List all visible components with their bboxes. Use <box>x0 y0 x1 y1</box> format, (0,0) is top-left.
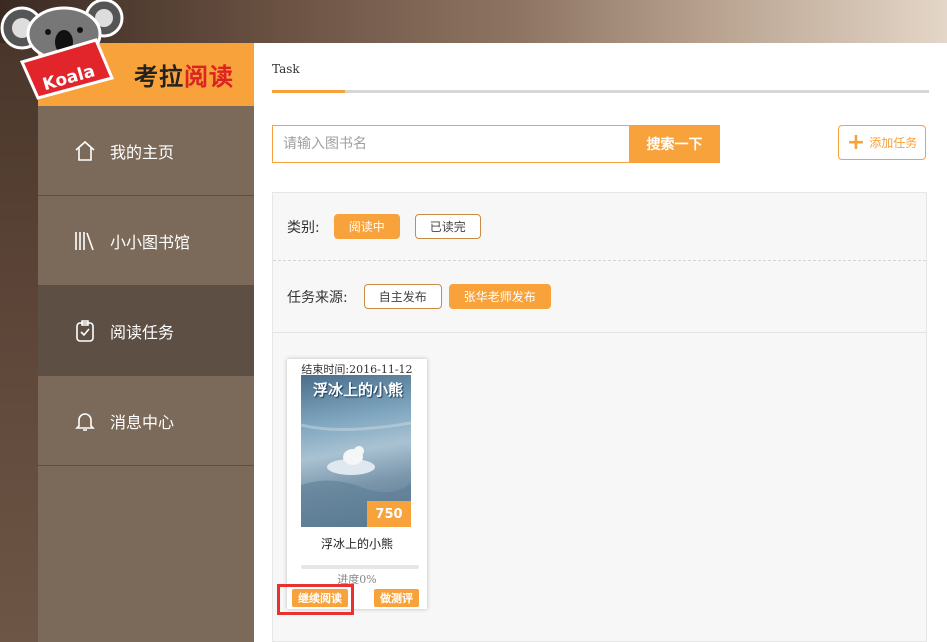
sidebar-item-label: 消息中心 <box>110 412 175 432</box>
clipboard-check-icon <box>72 318 98 344</box>
do-review-button[interactable]: 做测评 <box>374 589 419 607</box>
book-cover[interactable]: 浮冰上的小熊 750 <box>301 375 411 527</box>
tab-task[interactable]: Task <box>272 62 300 76</box>
category-option-reading[interactable]: 阅读中 <box>333 214 400 239</box>
source-option-teacher[interactable]: 张华老师发布 <box>448 284 551 309</box>
bell-icon <box>72 408 98 434</box>
source-filter-row: 任务来源: 自主发布 张华老师发布 <box>273 261 926 333</box>
source-label: 任务来源: <box>287 289 348 306</box>
left-background <box>0 43 38 642</box>
progress-bar <box>301 565 419 569</box>
sidebar-item-library[interactable]: 小小图书馆 <box>38 196 254 286</box>
sidebar-item-label: 阅读任务 <box>110 322 175 342</box>
filter-panel: 类别: 阅读中 已读完 任务来源: 自主发布 张华老师发布 结束时间:2016-… <box>272 192 927 642</box>
sidebar: 我的主页 小小图书馆 阅读任务 消息中心 <box>38 106 254 642</box>
koala-logo-icon[interactable]: Koala <box>0 0 135 100</box>
add-task-label: 添加任务 <box>869 136 918 150</box>
sidebar-item-label: 我的主页 <box>110 142 175 162</box>
tab-bar: Task <box>272 43 929 93</box>
sidebar-item-reading-task[interactable]: 阅读任务 <box>38 286 254 376</box>
book-title[interactable]: 浮冰上的小熊 <box>287 535 427 552</box>
library-icon <box>72 228 98 254</box>
sidebar-item-label: 小小图书馆 <box>110 232 191 252</box>
sidebar-item-home[interactable]: 我的主页 <box>38 106 254 196</box>
sidebar-item-messages[interactable]: 消息中心 <box>38 376 254 466</box>
top-banner <box>0 0 947 43</box>
plus-icon: + <box>846 129 866 155</box>
search-input[interactable] <box>272 125 630 163</box>
book-card[interactable]: 结束时间:2016-11-12 浮冰上的小熊 750 浮冰上的小熊 进度0% 继… <box>277 359 427 615</box>
source-option-self[interactable]: 自主发布 <box>363 284 442 309</box>
category-filter-row: 类别: 阅读中 已读完 <box>273 193 926 261</box>
book-score-badge: 750 <box>367 501 411 527</box>
category-option-finished[interactable]: 已读完 <box>414 214 481 239</box>
add-task-button[interactable]: + 添加任务 <box>838 125 926 160</box>
highlight-box <box>277 584 354 615</box>
tab-active-underline <box>272 90 345 93</box>
logo-title: 考拉阅读 <box>134 63 234 91</box>
home-icon <box>72 138 98 164</box>
search-button[interactable]: 搜索一下 <box>629 125 720 163</box>
main-content: Task 搜索一下 + 添加任务 类别: 阅读中 已读完 任务来源: 自主发布 … <box>254 43 947 642</box>
category-label: 类别: <box>287 219 320 236</box>
